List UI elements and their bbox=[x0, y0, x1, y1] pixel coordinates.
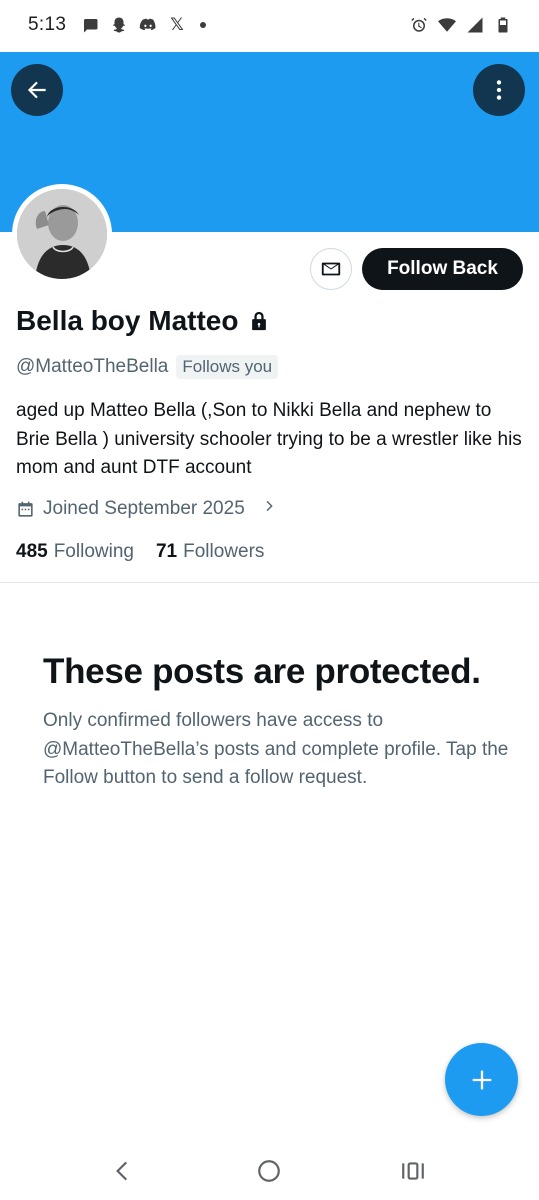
protected-title: These posts are protected. bbox=[43, 652, 481, 691]
plus-icon bbox=[472, 1070, 491, 1089]
joined-date: Joined September 2025 bbox=[43, 498, 245, 519]
nav-home-icon bbox=[258, 1160, 280, 1182]
avatar-photo bbox=[17, 189, 107, 279]
dot-icon bbox=[200, 22, 206, 28]
joined-date-row[interactable]: Joined September 2025 bbox=[16, 498, 277, 520]
follow-counts: 485 Following 71 Followers bbox=[16, 541, 264, 563]
nav-back-icon bbox=[116, 1161, 128, 1181]
follows-you-badge: Follows you bbox=[176, 355, 279, 379]
arrow-left-icon bbox=[27, 81, 46, 99]
mail-icon bbox=[321, 262, 341, 276]
protected-description: Only confirmed followers have access to … bbox=[43, 710, 509, 788]
followers-count: 71 bbox=[155, 541, 178, 562]
bio: aged up Matteo Bella (,Son to Nikki Bell… bbox=[16, 400, 522, 478]
handle-row: @MatteoTheBella Follows you bbox=[16, 355, 279, 379]
more-options-button[interactable] bbox=[473, 64, 525, 116]
system-icons bbox=[409, 15, 513, 35]
nav-recents-icon bbox=[402, 1162, 424, 1180]
x-icon: 𝕏 bbox=[170, 15, 184, 34]
compose-fab[interactable] bbox=[445, 1043, 518, 1116]
more-vertical-icon bbox=[496, 80, 502, 100]
battery-icon bbox=[493, 15, 513, 35]
followers-link[interactable]: 71 Followers bbox=[156, 541, 264, 563]
notification-icons: 𝕏 bbox=[80, 15, 206, 35]
discord-icon bbox=[138, 15, 158, 35]
lock-icon bbox=[248, 309, 270, 333]
status-bar: 5:13 𝕏 bbox=[0, 0, 539, 52]
divider bbox=[0, 582, 539, 583]
snapchat-icon bbox=[109, 15, 129, 35]
display-name: Bella boy Matteo bbox=[16, 305, 270, 337]
followers-label: Followers bbox=[183, 541, 265, 562]
following-count: 485 bbox=[16, 541, 48, 562]
status-time: 5:13 bbox=[28, 14, 67, 35]
system-nav-bar bbox=[0, 1140, 539, 1200]
user-handle: @MatteoTheBella bbox=[16, 356, 169, 377]
follow-back-button[interactable]: Follow Back bbox=[362, 248, 523, 290]
signal-icon bbox=[465, 15, 485, 35]
chat-bubble-icon bbox=[80, 15, 100, 35]
chevron-right-icon bbox=[253, 498, 277, 520]
avatar[interactable] bbox=[12, 184, 112, 284]
nav-recents-button[interactable] bbox=[398, 1156, 428, 1186]
nav-back-button[interactable] bbox=[108, 1156, 138, 1186]
following-link[interactable]: 485 Following bbox=[16, 541, 134, 563]
calendar-icon bbox=[18, 501, 33, 517]
display-name-text: Bella boy Matteo bbox=[16, 305, 239, 336]
alarm-icon bbox=[409, 15, 429, 35]
nav-home-button[interactable] bbox=[254, 1156, 284, 1186]
wifi-icon bbox=[437, 15, 457, 35]
back-button[interactable] bbox=[11, 64, 63, 116]
following-label: Following bbox=[53, 541, 134, 562]
message-button[interactable] bbox=[310, 248, 352, 290]
